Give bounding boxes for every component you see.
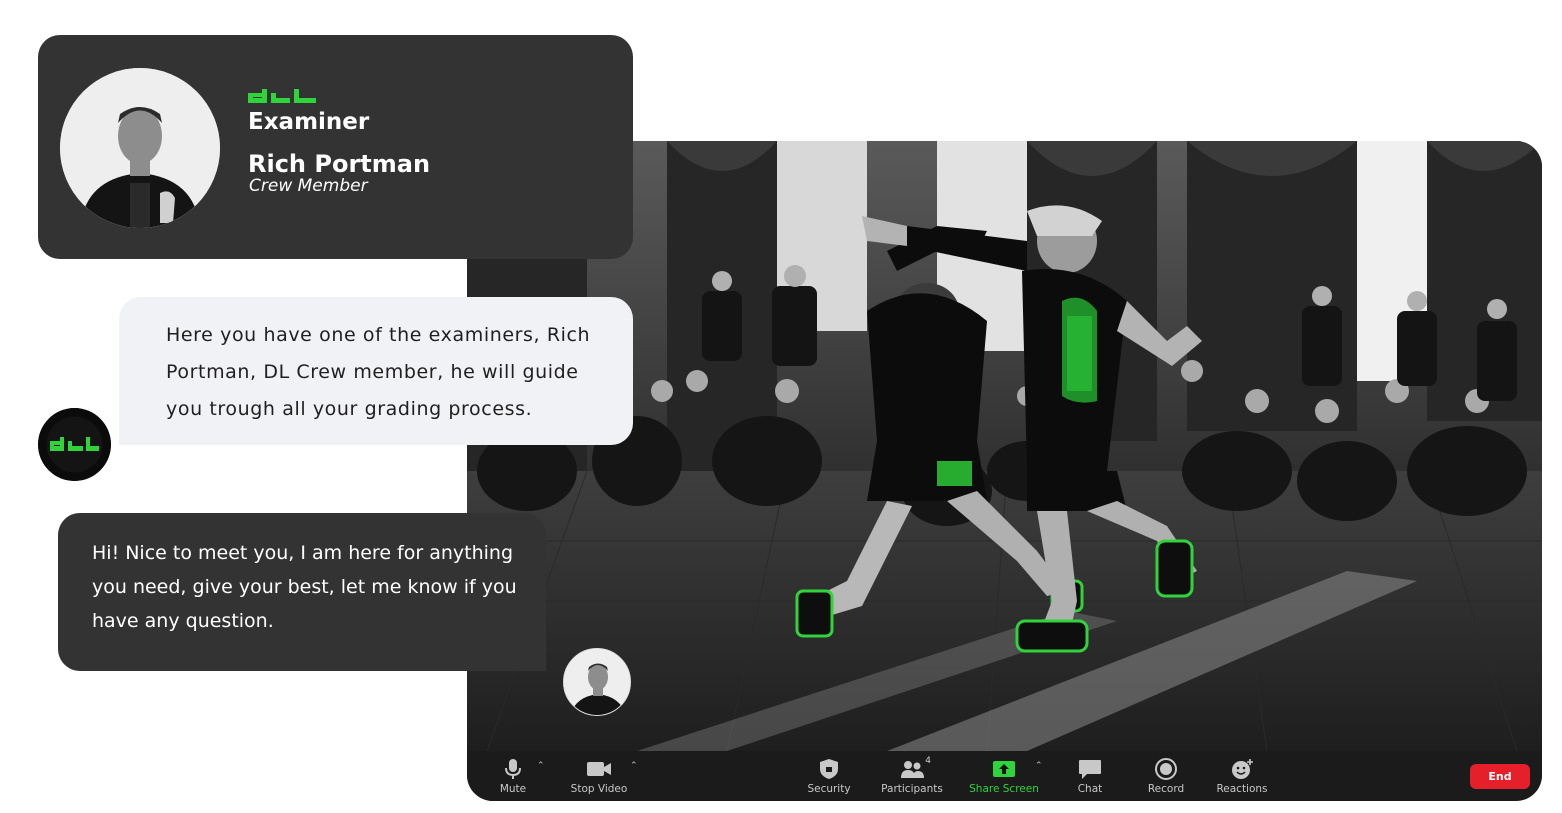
dl-logo-icon (38, 408, 111, 481)
dl-logo-icon (248, 88, 318, 107)
end-meeting-button[interactable]: End (1470, 764, 1530, 789)
meeting-toolbar: Mute ⌃ Stop Video ⌃ Security 4 Participa… (467, 751, 1542, 801)
examiner-avatar (60, 68, 220, 228)
reactions-button[interactable]: Reactions (1213, 751, 1271, 801)
record-button[interactable]: Record (1143, 751, 1189, 801)
stop-video-button[interactable]: Stop Video (567, 751, 631, 801)
examiner-card: Examiner Rich Portman Crew Member (38, 35, 633, 259)
chat-label: Chat (1077, 782, 1103, 795)
chat-icon (1077, 758, 1103, 780)
examiner-role: Examiner (248, 109, 370, 135)
participants-icon: 4 (899, 756, 931, 780)
chat-button[interactable]: Chat (1070, 751, 1110, 801)
security-button[interactable]: Security (803, 751, 855, 801)
reactions-icon (1229, 758, 1255, 780)
examiner-avatar-small (563, 648, 631, 716)
examiner-name: Rich Portman (248, 150, 431, 178)
share-screen-icon (991, 758, 1017, 780)
participants-count: 4 (925, 755, 931, 766)
record-icon (1153, 757, 1179, 780)
record-label: Record (1147, 782, 1185, 795)
share-screen-button[interactable]: Share Screen (964, 751, 1044, 801)
chat-message-dl: Here you have one of the examiners, Rich… (119, 297, 633, 445)
mute-label: Mute (499, 782, 527, 795)
caret-up-icon[interactable]: ⌃ (537, 761, 545, 771)
shield-icon (816, 758, 842, 780)
participants-label: Participants (881, 782, 943, 795)
reactions-label: Reactions (1216, 782, 1268, 795)
stop-video-label: Stop Video (570, 782, 628, 795)
dl-avatar (38, 408, 111, 481)
share-screen-label: Share Screen (969, 782, 1039, 795)
caret-up-icon[interactable]: ⌃ (630, 761, 638, 771)
examiner-subtitle: Crew Member (249, 176, 368, 196)
security-label: Security (807, 782, 851, 795)
microphone-icon (500, 758, 526, 780)
video-camera-icon (586, 758, 612, 780)
chat-message-text: Here you have one of the examiners, Rich… (166, 324, 591, 420)
chat-message-text: Hi! Nice to meet you, I am here for anyt… (92, 542, 517, 632)
participants-button[interactable]: 4 Participants (877, 751, 947, 801)
caret-up-icon[interactable]: ⌃ (1035, 761, 1043, 771)
mute-button[interactable]: Mute (493, 751, 533, 801)
chat-message-examiner: Hi! Nice to meet you, I am here for anyt… (58, 513, 546, 671)
